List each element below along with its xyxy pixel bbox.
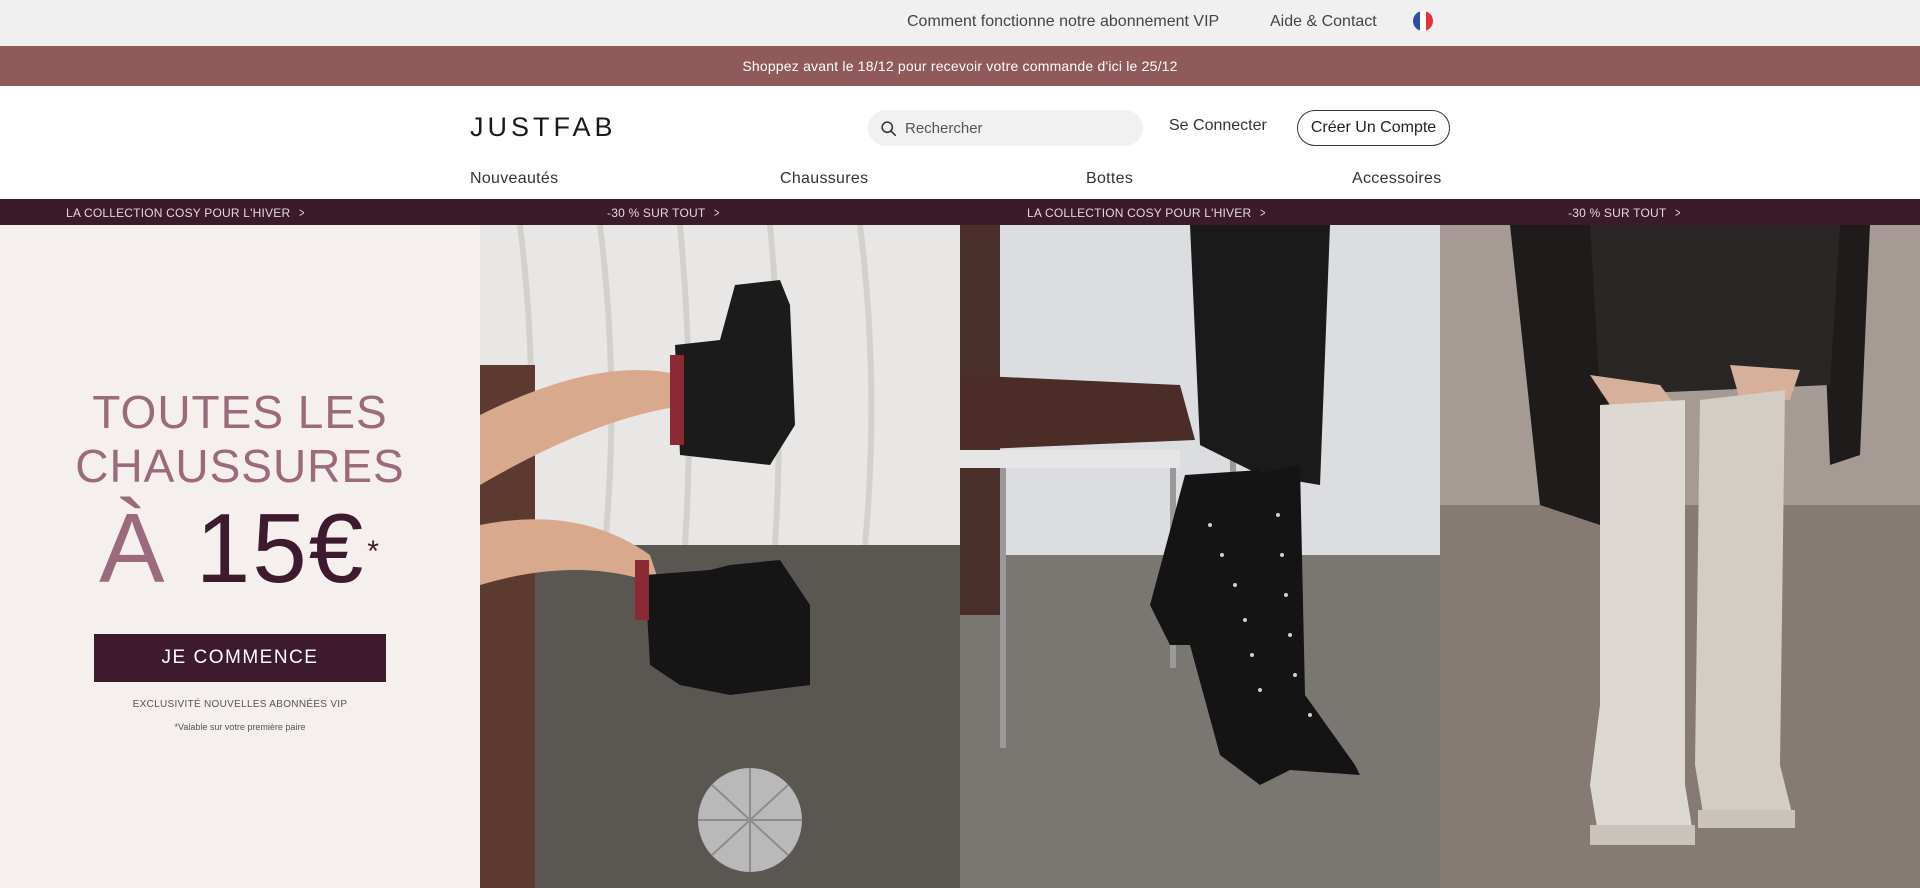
hero-title: TOUTES LES CHAUSSURES xyxy=(0,385,480,493)
collection-link-sale[interactable]: -30 % SUR TOUT > xyxy=(607,205,721,220)
nav-item-accessoires[interactable]: Accessoires xyxy=(1352,170,1442,188)
collection-link-label: -30 % SUR TOUT xyxy=(607,205,706,220)
hero-price-value: 15€ xyxy=(195,493,366,603)
hero-price-asterisk: * xyxy=(367,535,381,568)
promo-banner-text: Shoppez avant le 18/12 pour recevoir vot… xyxy=(742,58,1178,74)
france-flag-icon[interactable] xyxy=(1413,11,1433,31)
hero-price-prefix: À xyxy=(99,493,167,603)
search-bar[interactable] xyxy=(868,110,1143,146)
hero-price: À 15€* xyxy=(0,493,480,603)
hero-image-white-boots[interactable] xyxy=(1440,225,1920,888)
chevron-right-icon: > xyxy=(1260,205,1266,220)
hero-image-studded-boots[interactable] xyxy=(960,225,1440,888)
chevron-right-icon: > xyxy=(1675,205,1682,220)
collection-link-cosy[interactable]: LA COLLECTION COSY POUR L'HIVER > xyxy=(1027,205,1267,220)
search-input[interactable] xyxy=(905,119,1125,137)
promo-banner: Shoppez avant le 18/12 pour recevoir vot… xyxy=(0,46,1920,86)
studded-boots-illustration xyxy=(960,225,1440,888)
collection-link-label: LA COLLECTION COSY POUR L'HIVER xyxy=(66,205,291,220)
search-icon xyxy=(881,120,897,136)
help-contact-link[interactable]: Aide & Contact xyxy=(1270,13,1377,31)
collection-link-cosy[interactable]: LA COLLECTION COSY POUR L'HIVER > xyxy=(66,205,306,220)
chevron-right-icon: > xyxy=(299,205,305,220)
signin-link[interactable]: Se Connecter xyxy=(1169,117,1267,135)
collection-link-sale[interactable]: -30 % SUR TOUT > xyxy=(1568,205,1682,220)
utility-bar: Comment fonctionne notre abonnement VIP … xyxy=(0,0,1920,46)
nav-item-chaussures[interactable]: Chaussures xyxy=(780,170,868,188)
vip-subscription-link[interactable]: Comment fonctionne notre abonnement VIP xyxy=(907,13,1219,31)
collection-link-label: -30 % SUR TOUT xyxy=(1568,205,1667,220)
hero-title-line: TOUTES LES xyxy=(92,386,388,438)
hero-image-ankle-boots[interactable] xyxy=(480,225,960,888)
start-button[interactable]: JE COMMENCE xyxy=(94,634,386,682)
nav-item-nouveautes[interactable]: Nouveautés xyxy=(470,170,558,188)
hero-promo: TOUTES LES CHAUSSURES À 15€* JE COMMENCE… xyxy=(0,225,480,888)
collection-strip: LA COLLECTION COSY POUR L'HIVER > -30 % … xyxy=(0,199,1920,225)
nav-item-bottes[interactable]: Bottes xyxy=(1086,170,1133,188)
ankle-boots-illustration xyxy=(480,225,960,888)
exclusive-note: EXCLUSIVITÉ NOUVELLES ABONNÉES VIP xyxy=(132,699,348,710)
chevron-right-icon: > xyxy=(714,205,721,220)
site-header: JUSTFAB Se Connecter Créer Un Compte Nou… xyxy=(0,86,1920,199)
white-boots-illustration xyxy=(1440,225,1920,888)
create-account-button[interactable]: Créer Un Compte xyxy=(1297,110,1450,146)
validity-note: *Valable sur votre première paire xyxy=(174,722,306,732)
collection-link-label: LA COLLECTION COSY POUR L'HIVER xyxy=(1027,205,1252,220)
hero-title-line: CHAUSSURES xyxy=(75,440,405,492)
brand-logo[interactable]: JUSTFAB xyxy=(470,112,617,143)
